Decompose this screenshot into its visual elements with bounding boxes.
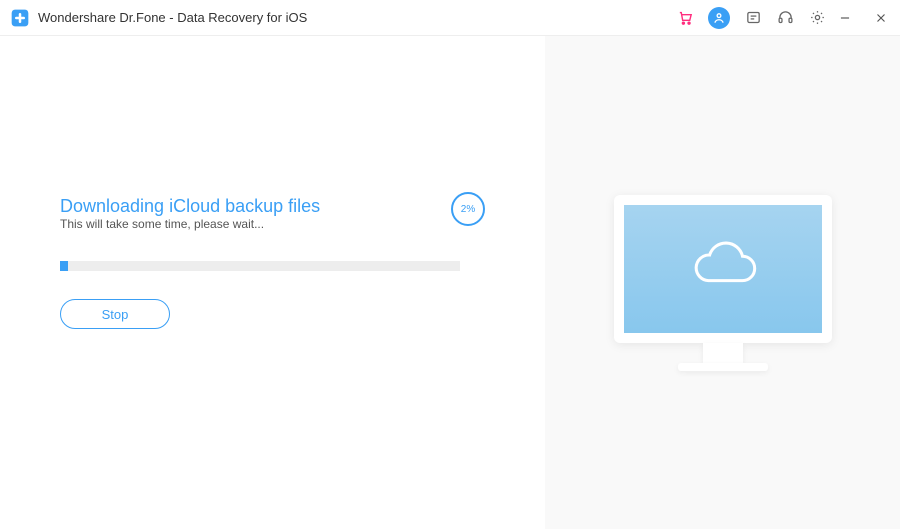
titlebar-actions xyxy=(676,7,826,29)
close-button[interactable] xyxy=(872,9,890,27)
stop-button-label: Stop xyxy=(102,307,129,322)
cloud-icon xyxy=(684,241,762,296)
gear-icon[interactable] xyxy=(808,9,826,27)
app-logo-icon xyxy=(10,8,30,28)
progress-bar-fill xyxy=(60,261,68,271)
illustration-pane xyxy=(545,36,900,529)
cart-icon[interactable] xyxy=(676,9,694,27)
progress-bar xyxy=(60,261,460,271)
content-area: Downloading iCloud backup files This wil… xyxy=(0,36,900,529)
page-subtext: This will take some time, please wait... xyxy=(60,217,320,231)
stop-button[interactable]: Stop xyxy=(60,299,170,329)
headset-icon[interactable] xyxy=(776,9,794,27)
main-pane: Downloading iCloud backup files This wil… xyxy=(0,36,545,529)
app-title: Wondershare Dr.Fone - Data Recovery for … xyxy=(38,10,676,25)
monitor-illustration xyxy=(614,195,832,371)
page-heading: Downloading iCloud backup files xyxy=(60,196,320,217)
app-window: Wondershare Dr.Fone - Data Recovery for … xyxy=(0,0,900,529)
minimize-button[interactable] xyxy=(836,9,854,27)
titlebar: Wondershare Dr.Fone - Data Recovery for … xyxy=(0,0,900,36)
progress-percent-label: 2% xyxy=(461,204,475,215)
account-icon[interactable] xyxy=(708,7,730,29)
window-controls xyxy=(836,9,890,27)
progress-percent-ring: 2% xyxy=(451,192,485,226)
feedback-icon[interactable] xyxy=(744,9,762,27)
